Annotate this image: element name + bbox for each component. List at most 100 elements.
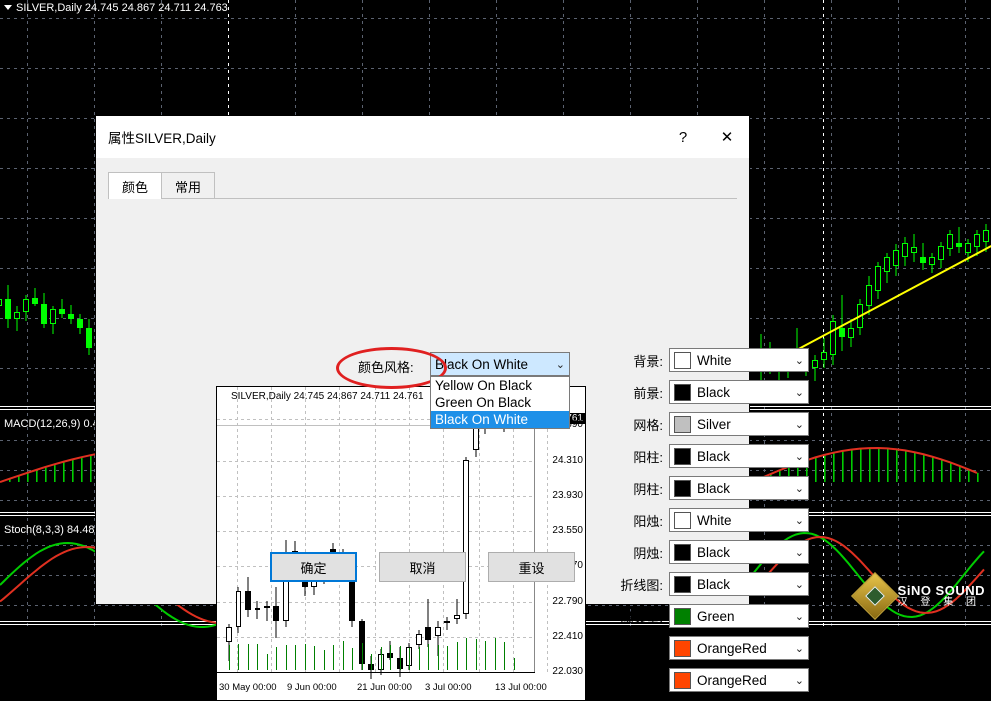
watermark-english-text: SiNO SOUND	[897, 582, 985, 598]
terminal-candle	[77, 0, 83, 410]
preview-volume-bar	[361, 642, 363, 670]
color-field-label: 止损价格:	[607, 673, 663, 689]
terminal-candle	[938, 0, 944, 410]
preview-volume-bar	[276, 646, 278, 670]
help-icon[interactable]: ?	[661, 116, 705, 158]
color-field-value: Black	[697, 384, 731, 400]
color-swatch-icon	[674, 671, 691, 689]
preview-candle	[510, 387, 517, 700]
terminal-candle	[848, 0, 854, 410]
color-field-row: 阳柱: Black ⌄	[601, 440, 841, 472]
preview-volume-bar	[304, 643, 306, 670]
color-swatch-icon	[674, 511, 691, 529]
color-swatch-icon	[674, 383, 691, 401]
color-field-label: 前景:	[633, 385, 663, 401]
terminal-candle	[929, 0, 935, 410]
terminal-candle	[974, 0, 980, 410]
tab-colors[interactable]: 颜色	[108, 172, 163, 199]
option-yellow-on-black[interactable]: Yellow On Black	[431, 377, 569, 394]
diamond-logo-icon	[850, 571, 899, 621]
preview-gridline-v	[271, 387, 272, 672]
color-swatch-icon	[674, 351, 691, 369]
preview-volume-bar	[323, 650, 325, 670]
ok-button[interactable]: 确定	[270, 552, 357, 582]
tab-underline	[108, 198, 737, 199]
color-field-select[interactable]: Green ⌄	[669, 604, 809, 628]
preview-volume-bar	[352, 648, 354, 670]
color-style-dropdown-list[interactable]: Yellow On Black Green On Black Black On …	[430, 376, 570, 429]
color-field-value: White	[697, 352, 732, 368]
preview-volume-bar	[475, 638, 477, 670]
terminal-candle	[947, 0, 953, 410]
preview-volume-bar	[513, 658, 515, 670]
dialog-titlebar[interactable]: 属性SILVER,Daily ? ✕	[96, 116, 749, 158]
color-swatch-icon	[674, 415, 691, 433]
chevron-down-icon: ⌄	[555, 358, 565, 371]
color-field-select[interactable]: OrangeRed ⌄	[669, 668, 809, 692]
preview-volume-bar	[257, 644, 259, 670]
close-icon[interactable]: ✕	[705, 116, 749, 158]
terminal-candle	[920, 0, 926, 410]
color-field-select[interactable]: Black ⌄	[669, 444, 809, 468]
preview-volume-bar	[390, 645, 392, 670]
chevron-down-icon: ⌄	[794, 386, 804, 399]
preview-gridline-v	[547, 387, 548, 672]
preview-price-label: 23.930	[552, 489, 583, 501]
dialog-button-bar: 确定 取消 重设	[96, 552, 749, 582]
color-field-row: 止损价格: OrangeRed ⌄	[601, 664, 841, 696]
chevron-down-icon[interactable]	[4, 5, 12, 10]
preview-volume-bar	[409, 648, 411, 670]
terminal-candle	[866, 0, 872, 410]
preview-volume-bar	[229, 645, 230, 670]
color-swatch-icon	[674, 607, 691, 625]
option-black-on-white[interactable]: Black On White	[431, 411, 569, 428]
dialog-title: 属性SILVER,Daily	[108, 131, 216, 146]
chevron-down-icon: ⌄	[794, 642, 804, 655]
chevron-down-icon: ⌄	[794, 546, 804, 559]
color-field-value: White	[697, 512, 732, 528]
color-swatch-icon	[674, 447, 691, 465]
terminal-candle	[23, 0, 29, 410]
preview-volume-bar	[428, 643, 430, 670]
color-field-label: 背景:	[633, 353, 663, 369]
terminal-candle	[5, 0, 11, 410]
preview-volume-bar	[437, 645, 439, 670]
color-field-select[interactable]: White ⌄	[669, 348, 809, 372]
preview-price-label: 23.550	[552, 525, 583, 537]
preview-gridline-v	[479, 387, 480, 672]
tab-common[interactable]: 常用	[161, 172, 216, 199]
preview-volume-bar	[418, 646, 420, 670]
preview-volume-bar	[485, 641, 487, 670]
terminal-candle	[911, 0, 917, 410]
preview-price-label: 24.310	[552, 454, 583, 466]
chevron-down-icon: ⌄	[794, 674, 804, 687]
preview-volume-bar	[314, 646, 316, 670]
color-field-select[interactable]: Black ⌄	[669, 380, 809, 404]
reset-button[interactable]: 重设	[488, 552, 575, 582]
terminal-candle	[956, 0, 962, 410]
terminal-candle	[50, 0, 56, 410]
preview-date-label: 21 Jun 00:00	[357, 682, 412, 693]
color-field-select[interactable]: Silver ⌄	[669, 412, 809, 436]
color-field-value: Black	[697, 448, 731, 464]
chevron-down-icon: ⌄	[794, 482, 804, 495]
chevron-down-icon: ⌄	[794, 610, 804, 623]
color-field-value: OrangeRed	[697, 672, 767, 688]
option-green-on-black[interactable]: Green On Black	[431, 394, 569, 411]
color-style-label: 颜色风格:	[358, 360, 414, 375]
color-field-row: 买价线: OrangeRed ⌄	[601, 632, 841, 664]
color-field-select[interactable]: White ⌄	[669, 508, 809, 532]
chevron-down-icon: ⌄	[794, 450, 804, 463]
preview-volume-bar	[247, 644, 249, 670]
dialog-body: 颜色 常用 颜色风格: Black On White ⌄ Yellow On B…	[96, 158, 809, 701]
preview-price-label: 22.030	[552, 666, 583, 677]
chevron-down-icon: ⌄	[794, 578, 804, 591]
color-field-select[interactable]: Black ⌄	[669, 476, 809, 500]
symbol-ticker-bar: SILVER,Daily 24.745 24.867 24.711 24.763	[0, 0, 228, 15]
terminal-candle	[0, 0, 2, 410]
terminal-candle	[14, 0, 20, 410]
color-style-select[interactable]: Black On White ⌄	[430, 352, 570, 376]
color-field-select[interactable]: OrangeRed ⌄	[669, 636, 809, 660]
color-field-row: 网格: Silver ⌄	[601, 408, 841, 440]
cancel-button[interactable]: 取消	[379, 552, 466, 582]
